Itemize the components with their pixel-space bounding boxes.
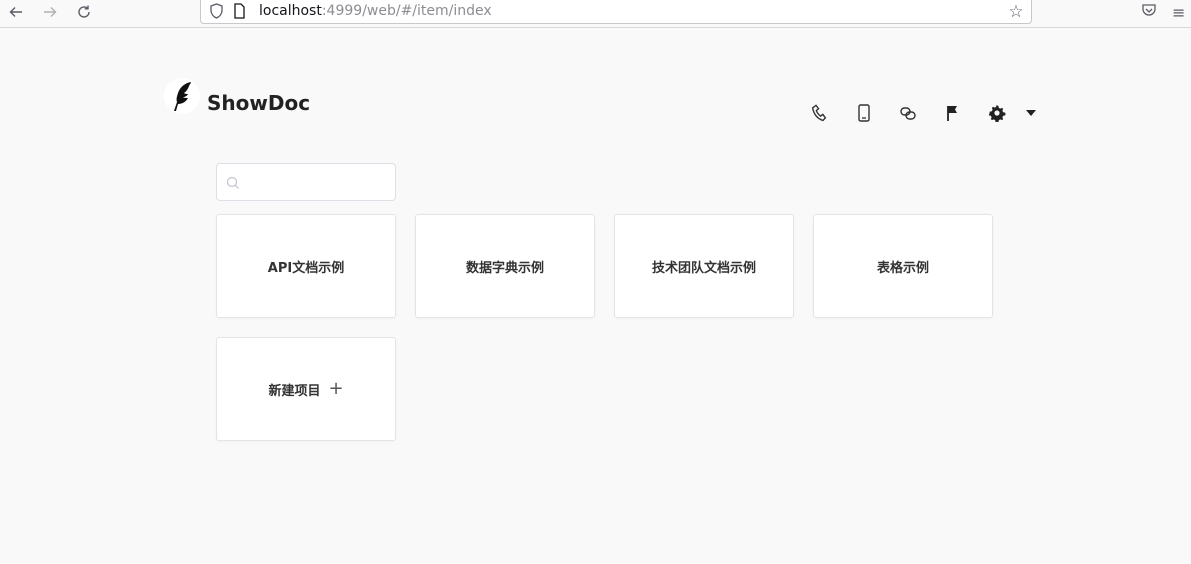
page-icon	[233, 3, 246, 23]
caret-down-icon[interactable]	[1020, 102, 1042, 124]
url-bar[interactable]: localhost:4999/web/#/item/index ☆	[200, 0, 1032, 24]
url-text[interactable]: localhost:4999/web/#/item/index	[259, 2, 492, 20]
brand-name[interactable]: ShowDoc	[207, 90, 310, 116]
showdoc-logo-icon[interactable]	[164, 78, 200, 114]
reload-icon[interactable]	[72, 0, 96, 24]
browser-toolbar: localhost:4999/web/#/item/index ☆ ≡	[0, 0, 1191, 28]
project-card[interactable]: 数据字典示例	[415, 214, 595, 318]
bookmark-star-icon[interactable]: ☆	[1005, 1, 1027, 23]
back-arrow-icon[interactable]	[4, 0, 28, 24]
project-card[interactable]: 技术团队文档示例	[614, 214, 794, 318]
project-card[interactable]: 表格示例	[813, 214, 993, 318]
shield-icon[interactable]	[209, 3, 224, 23]
hamburger-menu-icon[interactable]: ≡	[1172, 3, 1185, 22]
search-icon	[226, 175, 240, 194]
url-host: localhost	[259, 3, 322, 19]
phone-icon[interactable]	[809, 102, 831, 124]
project-name: 表格示例	[876, 260, 929, 276]
new-project-button[interactable]: 新建项目 +	[216, 337, 396, 441]
search-input[interactable]	[245, 168, 394, 198]
mobile-icon[interactable]	[853, 102, 875, 124]
link-icon[interactable]	[897, 102, 919, 124]
project-name: API文档示例	[267, 260, 345, 276]
plus-icon: +	[328, 378, 344, 399]
flag-icon[interactable]	[942, 102, 964, 124]
pocket-icon[interactable]	[1141, 2, 1157, 22]
url-path: :4999/web/#/item/index	[321, 3, 492, 19]
project-name: 技术团队文档示例	[651, 260, 756, 276]
project-card[interactable]: API文档示例	[216, 214, 396, 318]
forward-arrow-icon[interactable]	[38, 0, 62, 24]
search-box[interactable]	[216, 163, 396, 201]
project-name: 数据字典示例	[465, 260, 544, 276]
new-project-label: 新建项目	[268, 383, 321, 399]
gear-icon[interactable]	[986, 102, 1008, 124]
